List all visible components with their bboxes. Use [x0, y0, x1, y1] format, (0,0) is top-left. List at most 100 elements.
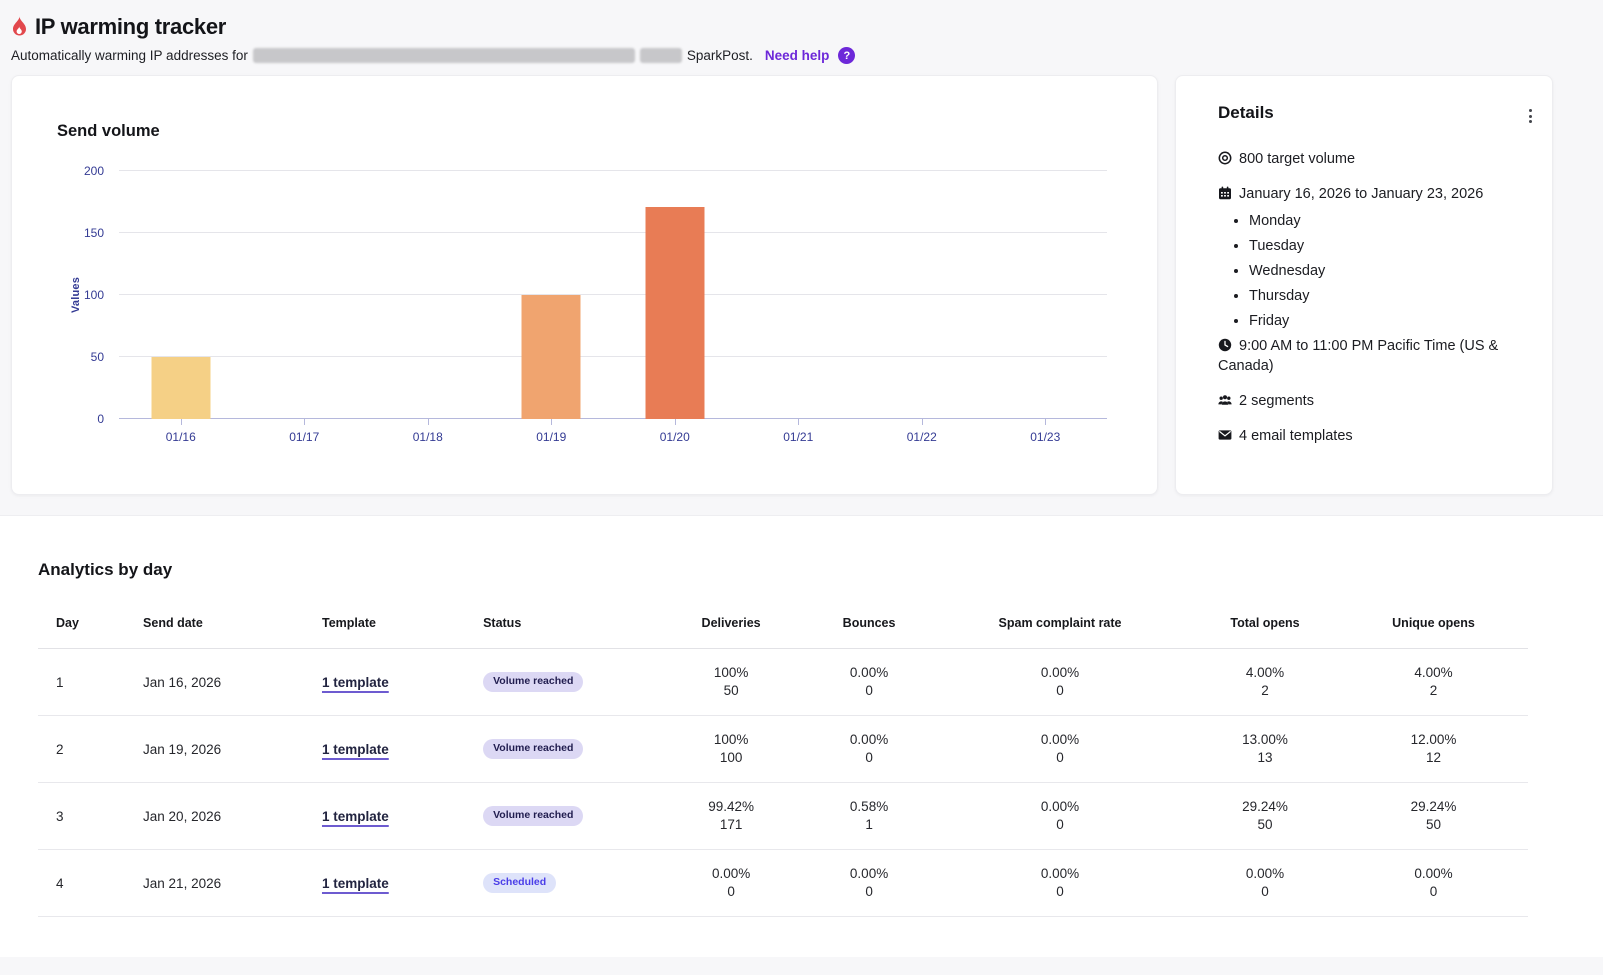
need-help-link[interactable]: Need help	[765, 48, 830, 63]
chart-x-tick-label: 01/17	[289, 430, 319, 444]
unique-opens-count: 12	[1339, 749, 1528, 767]
chart-gridline	[119, 232, 1107, 233]
deliveries-pct: 100%	[653, 664, 809, 682]
spam-count: 0	[929, 682, 1191, 700]
status-badge: Volume reached	[483, 739, 583, 759]
chart-x-tick	[675, 419, 676, 425]
bounces-pct: 0.00%	[809, 865, 929, 883]
column-header-bounces: Bounces	[809, 590, 929, 649]
cell-send-date: Jan 16, 2026	[143, 649, 322, 716]
bounces-count: 0	[809, 749, 929, 767]
date-range-text: January 16, 2026 to January 23, 2026	[1239, 186, 1483, 202]
total-opens-pct: 13.00%	[1191, 731, 1339, 749]
chart-x-tick-label: 01/18	[413, 430, 443, 444]
subtitle-text: Automatically warming IP addresses for	[11, 48, 248, 63]
column-header-spam-complaint-rate: Spam complaint rate	[929, 590, 1191, 649]
chart-x-tick-label: 01/16	[166, 430, 196, 444]
total-opens-pct: 0.00%	[1191, 865, 1339, 883]
template-link[interactable]: 1 template	[322, 742, 389, 757]
clock-icon	[1218, 338, 1232, 352]
page-title: IP warming tracker	[35, 14, 226, 40]
template-link[interactable]: 1 template	[322, 876, 389, 891]
bounces-count: 0	[809, 883, 929, 901]
chart-x-tick-label: 01/21	[783, 430, 813, 444]
chart-x-axis-line	[119, 418, 1107, 419]
chart-x-tick	[922, 419, 923, 425]
chart-x-tick-label: 01/19	[536, 430, 566, 444]
cell-day: 1	[38, 649, 143, 716]
template-link[interactable]: 1 template	[322, 675, 389, 690]
kebab-menu-icon[interactable]	[1523, 105, 1538, 127]
deliveries-count: 0	[653, 883, 809, 901]
chart-x-tick-label: 01/22	[907, 430, 937, 444]
bounces-pct: 0.00%	[809, 664, 929, 682]
deliveries-count: 50	[653, 682, 809, 700]
chart-x-tick-label: 01/23	[1030, 430, 1060, 444]
spam-pct: 0.00%	[929, 798, 1191, 816]
bounces-count: 0	[809, 682, 929, 700]
deliveries-pct: 0.00%	[653, 865, 809, 883]
details-card: Details 800 target volume	[1175, 75, 1553, 495]
envelope-icon	[1218, 428, 1232, 442]
column-header-total-opens: Total opens	[1191, 590, 1339, 649]
detail-target-volume: 800 target volume	[1218, 149, 1524, 169]
total-opens-count: 2	[1191, 682, 1339, 700]
chart-bar-01-20	[645, 207, 704, 419]
chart-y-tick-label: 0	[12, 412, 104, 426]
chart-area: Values 05010015020001/1601/1701/1801/190…	[12, 171, 1157, 471]
deliveries-count: 171	[653, 816, 809, 834]
unique-opens-count: 50	[1339, 816, 1528, 834]
chart-y-tick-label: 100	[12, 288, 104, 302]
time-window-text: 9:00 AM to 11:00 PM Pacific Time (US & C…	[1218, 338, 1498, 374]
chart-gridline	[119, 294, 1107, 295]
users-icon	[1218, 393, 1232, 407]
detail-date-range: January 16, 2026 to January 23, 2026 Mon…	[1218, 184, 1524, 331]
spam-pct: 0.00%	[929, 731, 1191, 749]
cell-send-date: Jan 20, 2026	[143, 783, 322, 850]
help-question-icon[interactable]: ?	[838, 47, 855, 64]
warming-day: Thursday	[1249, 286, 1524, 306]
spam-count: 0	[929, 749, 1191, 767]
column-header-day: Day	[38, 590, 143, 649]
bounces-pct: 0.00%	[809, 731, 929, 749]
chart-title: Send volume	[57, 122, 1157, 141]
total-opens-pct: 4.00%	[1191, 664, 1339, 682]
email-templates-text: 4 email templates	[1239, 428, 1353, 444]
total-opens-count: 13	[1191, 749, 1339, 767]
chart-y-tick-label: 150	[12, 226, 104, 240]
column-header-template: Template	[322, 590, 483, 649]
subtitle-suffix: SparkPost.	[687, 48, 753, 63]
cell-send-date: Jan 21, 2026	[143, 850, 322, 917]
chart-y-tick-label: 50	[12, 350, 104, 364]
spam-count: 0	[929, 883, 1191, 901]
column-header-status: Status	[483, 590, 653, 649]
analytics-title: Analytics by day	[38, 560, 1528, 580]
analytics-section: Analytics by day Day Send date Template …	[0, 515, 1603, 957]
warming-day: Tuesday	[1249, 236, 1524, 256]
unique-opens-pct: 0.00%	[1339, 865, 1528, 883]
unique-opens-pct: 29.24%	[1339, 798, 1528, 816]
chart-x-tick	[304, 419, 305, 425]
cell-send-date: Jan 19, 2026	[143, 716, 322, 783]
chart-bar-01-19	[522, 295, 581, 419]
column-header-deliveries: Deliveries	[653, 590, 809, 649]
chart-gridline	[119, 356, 1107, 357]
redacted-text	[640, 48, 682, 63]
target-volume-text: 800 target volume	[1239, 151, 1355, 167]
table-row: 2 Jan 19, 2026 1 template Volume reached…	[38, 716, 1528, 783]
warming-day: Monday	[1249, 211, 1524, 231]
cell-day: 4	[38, 850, 143, 917]
calendar-icon	[1218, 186, 1232, 200]
column-header-unique-opens: Unique opens	[1339, 590, 1528, 649]
target-icon	[1218, 151, 1232, 165]
warming-day: Friday	[1249, 311, 1524, 331]
detail-email-templates: 4 email templates	[1218, 426, 1524, 446]
status-badge: Scheduled	[483, 873, 556, 893]
page-header: IP warming tracker Automatically warming…	[0, 0, 1603, 64]
unique-opens-pct: 12.00%	[1339, 731, 1528, 749]
detail-time-window: 9:00 AM to 11:00 PM Pacific Time (US & C…	[1218, 336, 1524, 376]
deliveries-pct: 100%	[653, 731, 809, 749]
table-row: 3 Jan 20, 2026 1 template Volume reached…	[38, 783, 1528, 850]
unique-opens-count: 0	[1339, 883, 1528, 901]
template-link[interactable]: 1 template	[322, 809, 389, 824]
